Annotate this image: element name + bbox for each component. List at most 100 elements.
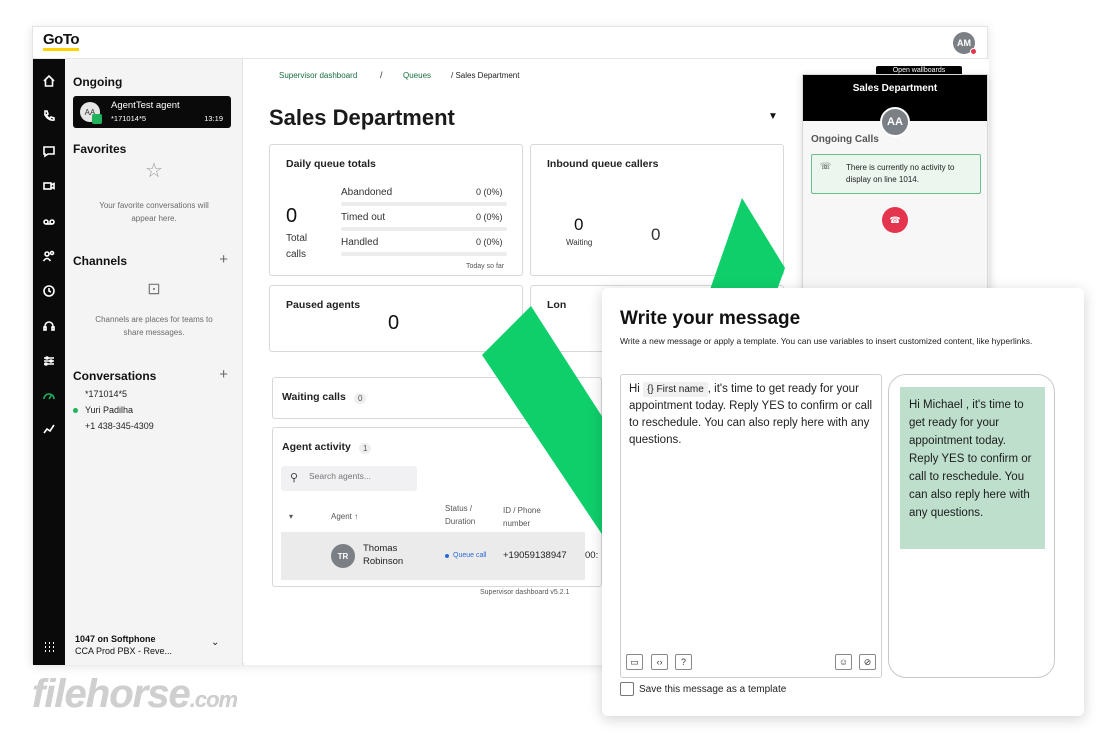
top-bar: GoTo AM: [33, 27, 987, 59]
ongoing-call-card[interactable]: AA AgentTest agent *171014*5 13:19: [73, 96, 231, 128]
message-title: Write your message: [620, 308, 801, 329]
presence-dot: [970, 48, 977, 55]
chevron-down-icon[interactable]: ⌄: [211, 637, 219, 648]
ongoing-heading: Ongoing: [73, 75, 123, 89]
daily-totals-card: Daily queue totals 0 Total calls Abandon…: [269, 144, 523, 276]
phone-icon[interactable]: [39, 106, 59, 126]
abandoned-label: Abandoned: [341, 187, 393, 198]
trend-icon[interactable]: [39, 419, 59, 439]
softphone-subtitle: CCA Prod PBX - Reve...: [75, 646, 173, 656]
agent-name: Thomas Robinson: [363, 543, 404, 567]
history-icon[interactable]: [39, 281, 59, 301]
total-calls-label: Total calls: [286, 233, 308, 260]
sidebar: Ongoing AA AgentTest agent *171014*5 13:…: [65, 59, 243, 665]
search-icon: ⚲: [290, 472, 299, 484]
breadcrumb-queues[interactable]: Queues: [403, 71, 431, 80]
conversations-heading: Conversations: [73, 369, 157, 383]
favorites-empty-text: Your favorite conversations will appear …: [99, 201, 209, 223]
preview-bubble: Hi Michael , it's time to get ready for …: [900, 387, 1045, 549]
column-id-phone[interactable]: ID / Phone number: [503, 504, 563, 530]
breadcrumb-supervisor[interactable]: Supervisor dashboard: [279, 71, 357, 80]
settings-icon[interactable]: [39, 351, 59, 371]
save-template-label: Save this message as a template: [639, 683, 787, 695]
waiting-calls-count: 0: [354, 393, 367, 404]
waiting-value: 0: [574, 215, 584, 234]
conversation-item[interactable]: *171014*5: [85, 389, 127, 399]
analytics-icon[interactable]: [39, 386, 59, 406]
emoji-icon[interactable]: ☺: [835, 654, 852, 670]
save-template-checkbox[interactable]: [620, 682, 634, 696]
favorites-heading: Favorites: [73, 142, 127, 156]
search-agents-field[interactable]: ⚲: [281, 466, 417, 491]
abandoned-bar: [341, 202, 507, 206]
column-agent-label: Agent: [331, 512, 352, 521]
page-title: Sales Department: [269, 105, 455, 130]
help-icon[interactable]: ?: [675, 654, 692, 670]
call-panel-avatar: AA: [880, 107, 910, 137]
column-agent[interactable]: Agent ↑: [331, 510, 358, 523]
caret-down-icon[interactable]: ▼: [768, 111, 778, 122]
watermark-main: filehorse: [32, 672, 191, 716]
nav-rail: [33, 59, 65, 665]
goto-logo: GoTo: [43, 32, 80, 51]
apps-grid-icon[interactable]: [39, 637, 59, 657]
headset-icon[interactable]: [39, 316, 59, 336]
home-icon[interactable]: [39, 71, 59, 91]
agent-activity-count: 1: [359, 443, 372, 454]
abandoned-value: 0 (0%): [476, 187, 503, 197]
total-calls-value: 0: [286, 205, 298, 227]
message-description: Write a new message or apply a template.…: [620, 336, 1033, 346]
phone-preview: Hi Michael , it's time to get ready for …: [888, 374, 1055, 678]
voicemail-icon[interactable]: [39, 211, 59, 231]
agent-activity-card: Agent activity 1 ⚲ ▾ Agent ↑ Status / Du…: [272, 427, 602, 587]
user-initials: AM: [957, 38, 971, 48]
chat-icon[interactable]: [39, 141, 59, 161]
save-template-option[interactable]: Save this message as a template: [620, 682, 786, 696]
video-icon[interactable]: [39, 176, 59, 196]
search-agents-input[interactable]: [309, 471, 409, 481]
waiting-calls-title: Waiting calls: [282, 391, 346, 403]
sort-caret-icon[interactable]: ▾: [289, 510, 293, 523]
first-name-variable-chip[interactable]: {} First name: [643, 382, 708, 397]
table-row[interactable]: TR Thomas Robinson Queue call +190591389…: [281, 532, 598, 580]
agent-activity-title: Agent activity: [282, 441, 351, 453]
handled-label: Handled: [341, 237, 379, 248]
contacts-icon[interactable]: [39, 246, 59, 266]
user-avatar[interactable]: AM: [953, 32, 977, 55]
inbound-callers-card: Inbound queue callers 0 Waiting 0: [530, 144, 784, 276]
hangup-button[interactable]: ☎: [882, 207, 908, 233]
channels-heading: Channels: [73, 254, 128, 268]
waiting-calls-card[interactable]: Waiting calls 0: [272, 377, 602, 419]
status-dot: [445, 554, 449, 558]
softphone-selector[interactable]: 1047 on Softphone CCA Prod PBX - Reve...: [75, 633, 172, 657]
write-message-panel: Write your message Write a new message o…: [602, 288, 1084, 716]
agent-duration: 00:: [585, 550, 599, 561]
watermark-suffix: .com: [189, 687, 238, 712]
conversation-item[interactable]: Yuri Padilha: [85, 405, 133, 415]
waiting-label: Waiting: [566, 238, 593, 247]
filehorse-watermark-logo: filehorse.com: [32, 672, 238, 717]
attachment-icon[interactable]: ⊘: [859, 654, 876, 670]
agent-phone: +19059138947: [503, 550, 567, 561]
conversation-item[interactable]: +1 438-345-4309: [85, 421, 154, 431]
template-icon[interactable]: ▭: [626, 654, 643, 670]
no-activity-notice: ☏ There is currently no activity to disp…: [811, 154, 981, 194]
longest-title: Lon: [547, 299, 567, 311]
version-label: Supervisor dashboard v5.2.1: [480, 589, 570, 596]
breadcrumb-current: / Sales Department: [451, 71, 520, 80]
column-status[interactable]: Status / Duration: [445, 502, 493, 528]
breadcrumb-separator: /: [380, 70, 383, 80]
compose-text: Hi {} First name, it's time to get ready…: [629, 381, 873, 449]
message-compose-field[interactable]: Hi {} First name, it's time to get ready…: [620, 374, 882, 678]
channel-icon: ⊡: [147, 281, 161, 298]
no-activity-text: There is currently no activity to displa…: [846, 163, 955, 184]
hangup-icon: ☎: [889, 214, 901, 225]
paused-title: Paused agents: [286, 299, 361, 311]
handled-bar: [341, 252, 507, 256]
agent-avatar: TR: [331, 544, 355, 568]
add-channel-button[interactable]: +: [219, 251, 228, 268]
code-variable-icon[interactable]: ‹›: [651, 654, 668, 670]
add-conversation-button[interactable]: +: [219, 366, 228, 383]
paused-agents-card: Paused agents 0: [269, 285, 523, 352]
timedout-value: 0 (0%): [476, 212, 503, 222]
